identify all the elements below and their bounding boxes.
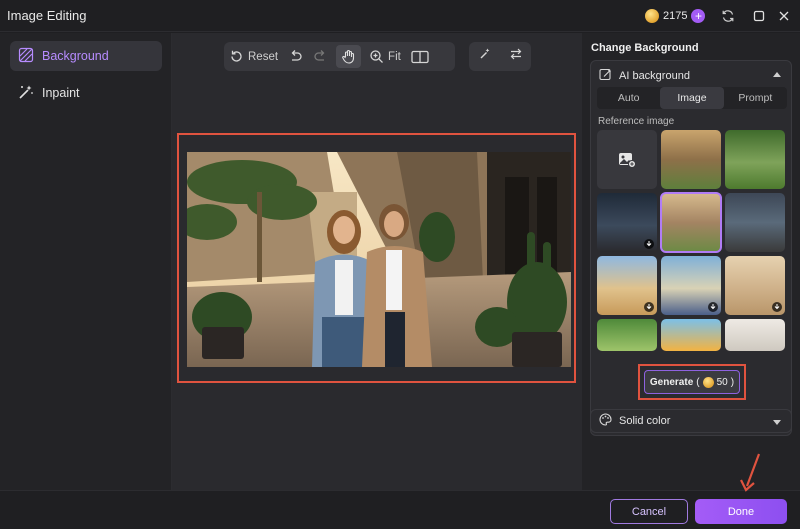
reference-thumbnail[interactable] (661, 319, 721, 351)
refresh-icon[interactable] (719, 7, 737, 25)
tab-prompt[interactable]: Prompt (724, 87, 787, 109)
view-toolbar: Reset Fit (224, 42, 455, 71)
reference-thumbnail[interactable] (725, 319, 785, 351)
reset-label: Reset (248, 50, 279, 63)
reset-icon (231, 50, 242, 62)
ai-background-header[interactable]: AI background (599, 68, 690, 84)
compare-button[interactable] (406, 42, 434, 71)
generate-highlight-frame: Generate ( 50 ) (638, 364, 746, 400)
image-highlight-frame (177, 133, 576, 383)
paren-close: ) (730, 376, 735, 388)
tab-image[interactable]: Image (660, 87, 724, 109)
cancel-button[interactable]: Cancel (610, 499, 688, 524)
edit-image-icon (599, 68, 612, 84)
add-credits-button[interactable]: + (691, 9, 706, 23)
undo-button[interactable] (283, 42, 308, 71)
zoom-fit-button[interactable]: Fit (364, 42, 406, 71)
reference-thumbnail[interactable] (725, 256, 785, 315)
background-icon (18, 47, 34, 66)
swap-icon[interactable] (509, 47, 523, 66)
reference-thumbnail[interactable] (725, 130, 785, 189)
credit-count: 2175 (663, 10, 688, 22)
maximize-icon[interactable] (750, 7, 768, 25)
generate-cost: 50 (716, 376, 728, 388)
ai-background-section: AI background Auto Image Prompt Referenc… (590, 60, 792, 436)
coin-icon (645, 9, 659, 23)
sidebar-item-background[interactable]: Background (10, 41, 162, 71)
reference-thumbnail[interactable] (597, 256, 657, 315)
magic-icon[interactable] (478, 47, 492, 66)
download-icon (644, 239, 654, 249)
upload-image-button[interactable] (597, 130, 657, 189)
add-image-icon (619, 152, 636, 168)
mode-tabs: Auto Image Prompt (597, 87, 787, 109)
tool-sidebar: Background Inpaint (0, 33, 172, 490)
collapse-icon[interactable] (773, 72, 781, 77)
solid-color-section[interactable]: Solid color (590, 409, 792, 433)
compare-icon (411, 50, 429, 63)
generate-button[interactable]: Generate ( 50 ) (644, 370, 740, 394)
redo-icon (314, 50, 325, 61)
reference-thumbnail[interactable] (597, 319, 657, 351)
window-title: Image Editing (7, 8, 87, 23)
palette-icon (599, 413, 612, 429)
change-background-panel: Change Background AI background Auto Ima… (582, 33, 800, 490)
sidebar-item-label: Background (42, 49, 109, 63)
sidebar-item-inpaint[interactable]: Inpaint (10, 78, 162, 108)
annotation-arrow-icon (740, 453, 761, 492)
reference-thumbnail-selected[interactable] (660, 192, 722, 253)
ai-background-label: AI background (619, 70, 690, 82)
sidebar-item-label: Inpaint (42, 86, 80, 100)
download-icon (772, 302, 782, 312)
reference-image-grid (597, 130, 787, 351)
title-bar: Image Editing 2175 + (0, 0, 800, 32)
coin-icon (702, 376, 714, 388)
paren-open: ( (696, 376, 700, 388)
panel-title: Change Background (591, 42, 699, 54)
hand-icon (342, 49, 355, 64)
generate-label: Generate (649, 376, 694, 388)
download-icon (708, 302, 718, 312)
undo-icon (291, 50, 302, 61)
magic-wand-icon (18, 84, 34, 103)
edited-photo[interactable] (187, 152, 571, 367)
footer-bar: Cancel Done (0, 490, 800, 529)
pan-button[interactable] (336, 45, 362, 68)
reference-thumbnail[interactable] (661, 130, 721, 189)
done-button[interactable]: Done (695, 499, 787, 524)
redo-button[interactable] (308, 42, 333, 71)
solid-color-label: Solid color (619, 415, 671, 427)
fit-label: Fit (388, 50, 401, 63)
close-icon[interactable] (775, 7, 793, 25)
reset-button[interactable]: Reset (224, 42, 283, 71)
reference-thumbnail[interactable] (725, 193, 785, 252)
reference-thumbnail[interactable] (597, 193, 657, 252)
extra-toolbar (469, 42, 531, 71)
expand-icon[interactable] (773, 420, 781, 425)
tab-auto[interactable]: Auto (597, 87, 660, 109)
credits-display: 2175 + (645, 5, 715, 27)
canvas-area: Reset Fit (172, 33, 582, 490)
download-icon (644, 302, 654, 312)
reference-thumbnail[interactable] (661, 256, 721, 315)
zoom-in-icon (370, 50, 384, 63)
reference-image-label: Reference image (598, 116, 675, 127)
